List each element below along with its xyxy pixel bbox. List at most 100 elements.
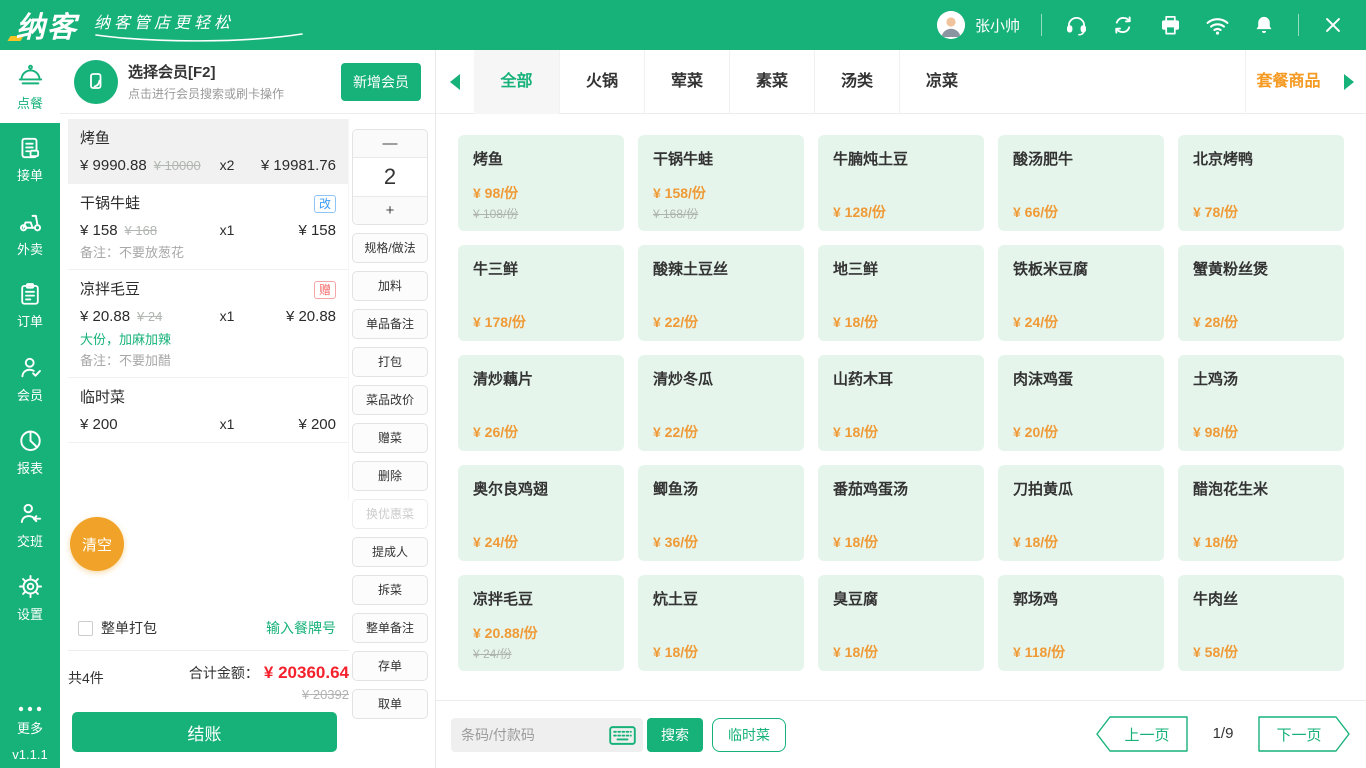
sidebar-item-ordering[interactable]: 点餐 [0,50,60,123]
sidebar-item-more[interactable]: 更多 [17,704,43,737]
menu-item-card[interactable]: 酸汤肥牛 ¥ 66/份 [998,135,1164,231]
menu-item-card[interactable]: 凉拌毛豆 ¥ 20.88/份 ¥ 24/份 [458,575,624,671]
clear-order-button[interactable]: 清空 [70,517,124,571]
wifi-icon[interactable] [1204,12,1230,38]
add-member-button[interactable]: 新增会员 [341,62,421,101]
category-tab-hotpot[interactable]: 火锅 [559,50,644,114]
next-page-button[interactable]: 下一页 [1258,716,1350,752]
table-number-link[interactable]: 输入餐牌号 [266,618,336,638]
action-button-item-note[interactable]: 单品备注 [352,309,428,339]
action-button-gift-dish[interactable]: 赠菜 [352,423,428,453]
order-item-qty: x1 [219,416,235,432]
menu-item-name: 鲫鱼汤 [653,481,699,498]
menu-item-card[interactable]: 奥尔良鸡翅 ¥ 24/份 [458,465,624,561]
category-tab-cold-dish[interactable]: 凉菜 [899,50,984,114]
action-button-delete[interactable]: 删除 [352,461,428,491]
order-item-price: ¥ 20.88 [80,308,131,325]
qty-minus-button[interactable]: — [353,130,427,158]
category-tab-soup[interactable]: 汤类 [814,50,899,114]
category-tab-all[interactable]: 全部 [474,50,559,114]
order-item-price: ¥ 200 [80,416,118,433]
combo-products-tab[interactable]: 套餐商品 [1245,50,1331,114]
sync-icon[interactable] [1110,12,1136,38]
order-item-note: 备注：不要放葱花 [80,245,185,260]
edit-badge[interactable]: 改 [313,195,336,213]
menu-item-card[interactable]: 牛腩炖土豆 ¥ 128/份 [818,135,984,231]
member-select-title: 选择会员[F2] [128,64,216,81]
sidebar-item-members[interactable]: 会员 [0,342,60,415]
category-tab-meat-dish[interactable]: 荤菜 [644,50,729,114]
action-button-spec-method[interactable]: 规格/做法 [352,233,428,263]
menu-item-card[interactable]: 蟹黄粉丝煲 ¥ 28/份 [1178,245,1344,341]
menu-item-name: 清炒藕片 [473,371,534,388]
menu-item-card[interactable]: 牛三鲜 ¥ 178/份 [458,245,624,341]
avatar[interactable] [936,11,965,39]
menu-item-card[interactable]: 炕土豆 ¥ 18/份 [638,575,804,671]
action-button-save-order[interactable]: 存单 [352,651,428,681]
bottom-bar: 搜索 临时菜 上一页 1/9 下一页 [436,700,1366,768]
printer-icon[interactable] [1157,12,1183,38]
order-item[interactable]: 临时菜 ¥ 200 x1 ¥ 200 [68,378,348,443]
order-item-qty: x1 [219,308,235,324]
category-scroll-right-button[interactable] [1336,50,1362,114]
action-button-pack[interactable]: 打包 [352,347,428,377]
action-button-order-note[interactable]: 整单备注 [352,613,428,643]
bell-icon[interactable] [1251,12,1277,38]
sidebar-item-orders[interactable]: 订单 [0,269,60,342]
total-original-amount: ¥ 20392 [302,687,349,702]
menu-item-card[interactable]: 地三鲜 ¥ 18/份 [818,245,984,341]
temp-dish-button[interactable]: 临时菜 [712,718,786,752]
menu-item-card[interactable]: 烤鱼 ¥ 98/份 ¥ 108/份 [458,135,624,231]
menu-item-card[interactable]: 铁板米豆腐 ¥ 24/份 [998,245,1164,341]
search-button[interactable]: 搜索 [647,718,703,752]
action-button-change-price[interactable]: 菜品改价 [352,385,428,415]
sidebar-item-takeout[interactable]: 外卖 [0,196,60,269]
menu-item-card[interactable]: 肉沫鸡蛋 ¥ 20/份 [998,355,1164,451]
headset-icon[interactable] [1063,12,1089,38]
sidebar-item-reports[interactable]: 报表 [0,415,60,488]
order-item[interactable]: 干锅牛蛙 改 ¥ 158 ¥ 168 x1 ¥ 158 备注：不要放葱花 [68,184,348,270]
sidebar-item-settings[interactable]: 设置 [0,561,60,634]
pack-checkbox[interactable] [78,620,93,636]
menu-item-card[interactable]: 干锅牛蛙 ¥ 158/份 ¥ 168/份 [638,135,804,231]
action-button-split-dish[interactable]: 拆菜 [352,575,428,605]
menu-item-card[interactable]: 清炒冬瓜 ¥ 22/份 [638,355,804,451]
menu-item-card[interactable]: 醋泡花生米 ¥ 18/份 [1178,465,1344,561]
menu-item-name: 酸汤肥牛 [1013,151,1074,168]
category-tab-veg-dish[interactable]: 素菜 [729,50,814,114]
menu-item-card[interactable]: 山药木耳 ¥ 18/份 [818,355,984,451]
menu-item-card[interactable]: 番茄鸡蛋汤 ¥ 18/份 [818,465,984,561]
menu-item-card[interactable]: 郭场鸡 ¥ 118/份 [998,575,1164,671]
checkout-button[interactable]: 结账 [72,712,337,752]
sidebar-item-shift[interactable]: 交班 [0,488,60,561]
action-button-retrieve-order[interactable]: 取单 [352,689,428,719]
action-button-commission-person[interactable]: 提成人 [352,537,428,567]
menu-item-card[interactable]: 酸辣土豆丝 ¥ 22/份 [638,245,804,341]
action-button-swap-discount: 换优惠菜 [352,499,428,529]
order-item[interactable]: 烤鱼 ¥ 9990.88 ¥ 10000 x2 ¥ 19981.76 [68,119,348,184]
total-label: 合计金额： [188,665,259,681]
pack-label: 整单打包 [101,620,157,636]
menu-item-price: ¥ 18/份 [1013,534,1059,550]
keyboard-icon[interactable] [609,726,636,745]
sidebar-item-accept-orders[interactable]: 接单 [0,123,60,196]
member-bar[interactable]: 选择会员[F2] 点击进行会员搜索或刷卡操作 新增会员 [60,50,435,114]
menu-item-card[interactable]: 鲫鱼汤 ¥ 36/份 [638,465,804,561]
menu-item-card[interactable]: 臭豆腐 ¥ 18/份 [818,575,984,671]
action-button-add-ingredient[interactable]: 加料 [352,271,428,301]
menu-item-price: ¥ 24/份 [1013,314,1059,330]
prev-page-button[interactable]: 上一页 [1096,716,1188,752]
sidebar-item-label: 会员 [16,387,43,403]
menu-item-card[interactable]: 北京烤鸭 ¥ 78/份 [1178,135,1344,231]
menu-item-original-price: ¥ 168/份 [653,207,699,221]
category-scroll-left-button[interactable] [442,50,468,114]
menu-item-card[interactable]: 刀拍黄瓜 ¥ 18/份 [998,465,1164,561]
topbar: 纳客 纳客管店更轻松 张小帅 [0,0,1366,50]
qty-plus-button[interactable]: + [353,196,427,224]
menu-item-card[interactable]: 牛肉丝 ¥ 58/份 [1178,575,1344,671]
menu-item-card[interactable]: 清炒藕片 ¥ 26/份 [458,355,624,451]
menu-item-card[interactable]: 土鸡汤 ¥ 98/份 [1178,355,1344,451]
order-item[interactable]: 凉拌毛豆 赠 ¥ 20.88 ¥ 24 x1 ¥ 20.88 大份，加麻加辣 备注：不要加醋 [68,270,348,378]
close-icon[interactable] [1320,12,1346,38]
menu-item-name: 干锅牛蛙 [653,151,714,168]
